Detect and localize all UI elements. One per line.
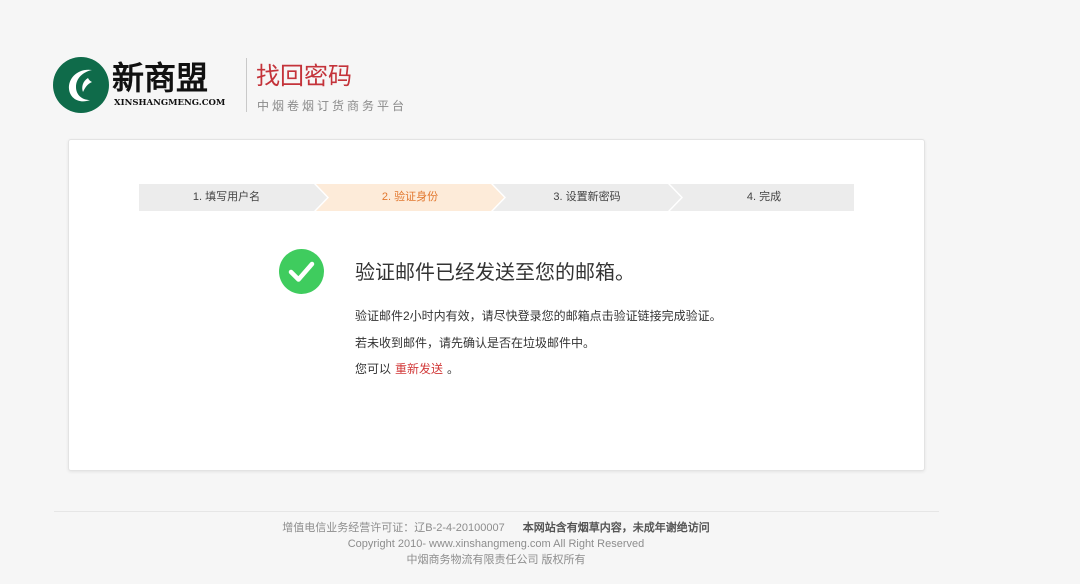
resend-prefix: 您可以	[355, 362, 392, 376]
message-resend-line: 您可以 重新发送。	[355, 361, 459, 377]
step-2-label: 2. 验证身份	[381, 191, 439, 203]
brand-name: 新商盟	[112, 59, 209, 97]
step-3-label: 3. 设置新密码	[553, 191, 621, 203]
brand-domain: XINSHANGMENG.COM	[114, 98, 226, 108]
step-4-label: 4. 完成	[746, 191, 782, 203]
brand-logo-icon	[53, 57, 109, 113]
header-divider	[246, 58, 247, 112]
page-title: 找回密码	[256, 63, 352, 90]
step-1-label: 1. 填写用户名	[192, 191, 261, 203]
progress-steps: 1. 填写用户名 2. 验证身份 3. 设置新密码 4. 完成	[139, 184, 854, 211]
resend-link[interactable]: 重新发送	[395, 362, 443, 376]
page-subtitle: 中烟卷烟订货商务平台	[257, 99, 408, 113]
footer-divider	[54, 511, 939, 512]
content-card: 1. 填写用户名 2. 验证身份 3. 设置新密码 4. 完成 验证邮件已经发送…	[68, 139, 925, 471]
footer-company: 中烟商务物流有限责任公司 版权所有	[406, 554, 586, 566]
success-check-icon	[279, 249, 324, 294]
footer-warning: 本网站含有烟草内容，未成年谢绝访问	[522, 522, 710, 534]
page-footer: 增值电信业务经营许可证：辽B-2-4-20100007 本网站含有烟草内容，未成年…	[0, 520, 992, 568]
resend-suffix: 。	[447, 362, 460, 376]
message-spam-hint: 若未收到邮件，请先确认是否在垃圾邮件中。	[355, 336, 596, 350]
footer-line-1: 增值电信业务经营许可证：辽B-2-4-20100007 本网站含有烟草内容，未成年…	[0, 520, 992, 536]
footer-license: 增值电信业务经营许可证：辽B-2-4-20100007	[282, 522, 505, 534]
footer-copyright: Copyright 2010- www.xinshangmeng.com All…	[347, 538, 645, 550]
message-title: 验证邮件已经发送至您的邮箱。	[355, 262, 635, 284]
message-validity-text: 验证邮件2小时内有效，请尽快登录您的邮箱点击验证链接完成验证。	[355, 309, 722, 323]
page-header: 新商盟 XINSHANGMENG.COM 找回密码 中烟卷烟订货商务平台	[52, 56, 652, 116]
